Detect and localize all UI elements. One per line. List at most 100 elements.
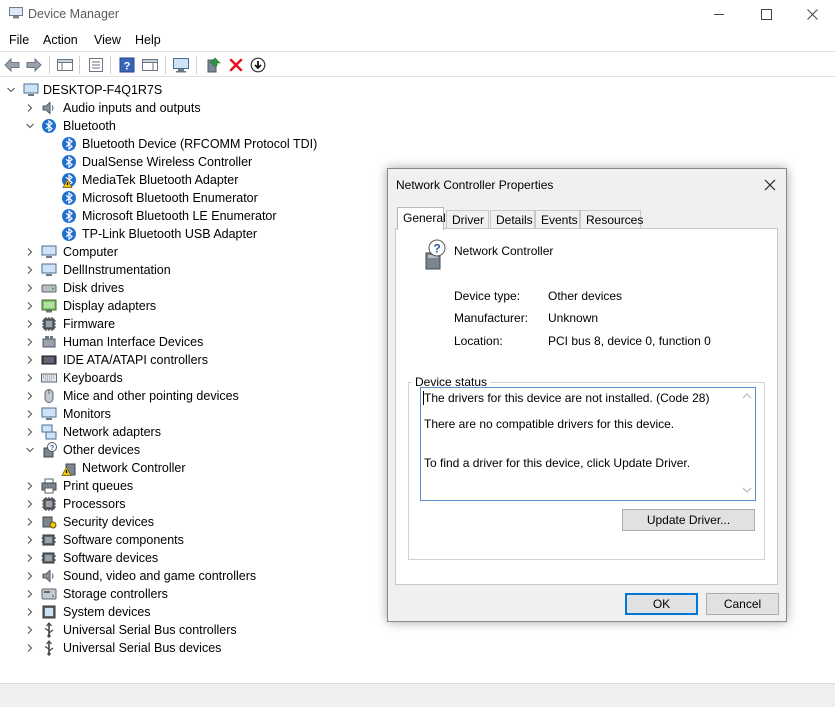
tree-device[interactable]: Microsoft Bluetooth LE Enumerator [0, 207, 340, 225]
computer-icon [41, 245, 57, 258]
tree-category[interactable]: Keyboards [0, 369, 340, 387]
tree-device[interactable]: Microsoft Bluetooth Enumerator [0, 189, 340, 207]
tree-category[interactable]: DellInstrumentation [0, 261, 340, 279]
tab-general[interactable]: General [397, 207, 446, 230]
close-button[interactable] [789, 0, 835, 28]
console-tree-icon [57, 59, 73, 71]
tree-category[interactable]: Network adapters [0, 423, 340, 441]
chevron-right-icon[interactable] [25, 535, 35, 545]
tree-category[interactable]: IDE ATA/ATAPI controllers [0, 351, 340, 369]
menu-action[interactable]: Action [43, 33, 78, 47]
tree-category[interactable]: Bluetooth [0, 117, 340, 135]
scroll-down-icon[interactable] [742, 487, 752, 493]
update-driver-button[interactable] [204, 56, 222, 74]
tree-category[interactable]: Print queues [0, 477, 340, 495]
tree-category[interactable]: Firmware [0, 315, 340, 333]
update-driver-dialog-button[interactable]: Update Driver... [622, 509, 755, 531]
chevron-right-icon[interactable] [25, 625, 35, 635]
tree-category[interactable]: ? Other devices [0, 441, 340, 459]
tree-item-label: Software components [63, 533, 184, 547]
chevron-right-icon[interactable] [25, 355, 35, 365]
bluetooth-warning-icon [62, 173, 76, 188]
tree-item-label: Security devices [63, 515, 155, 529]
cancel-button[interactable]: Cancel [706, 593, 779, 615]
dialog-close-icon[interactable] [762, 177, 778, 193]
tree-category[interactable]: Display adapters [0, 297, 340, 315]
tree-category[interactable]: Sound, video and game controllers [0, 567, 340, 585]
tree-category[interactable]: Storage controllers [0, 585, 340, 603]
chevron-right-icon[interactable] [25, 607, 35, 617]
chevron-right-icon[interactable] [25, 643, 35, 653]
tree-category[interactable]: Security devices [0, 513, 340, 531]
chevron-down-icon[interactable] [6, 85, 16, 95]
device-status-textbox[interactable]: The drivers for this device are not inst… [420, 387, 756, 501]
tab-driver[interactable]: Driver [446, 210, 489, 229]
show-hide-console-tree-button[interactable] [56, 56, 74, 74]
chevron-right-icon[interactable] [25, 499, 35, 509]
uninstall-device-button[interactable] [227, 56, 245, 74]
tab-resources[interactable]: Resources [580, 210, 643, 229]
tree-category[interactable]: Universal Serial Bus controllers [0, 621, 340, 639]
properties-icon [89, 58, 103, 72]
chevron-right-icon[interactable] [25, 589, 35, 599]
chevron-right-icon[interactable] [25, 319, 35, 329]
chevron-right-icon[interactable] [25, 337, 35, 347]
chevron-right-icon[interactable] [25, 265, 35, 275]
tree-device[interactable]: Network Controller [0, 459, 340, 477]
mouse-icon [44, 389, 54, 403]
menu-help[interactable]: Help [135, 33, 161, 47]
menu-view[interactable]: View [94, 33, 121, 47]
chevron-right-icon[interactable] [25, 301, 35, 311]
chevron-right-icon[interactable] [25, 391, 35, 401]
tree-item-label: Human Interface Devices [63, 335, 204, 349]
menu-file[interactable]: File [9, 33, 29, 47]
chevron-right-icon[interactable] [25, 409, 35, 419]
warning-device-icon [61, 463, 76, 476]
tree-item-label: Network Controller [82, 461, 186, 475]
properties-button[interactable] [87, 56, 105, 74]
tree-category[interactable]: Monitors [0, 405, 340, 423]
scan-hardware-changes-button[interactable] [172, 56, 190, 74]
scroll-up-icon[interactable] [742, 393, 752, 399]
status-line-3: To find a driver for this device, click … [424, 456, 691, 470]
tree-category[interactable]: Universal Serial Bus devices [0, 639, 340, 657]
chevron-right-icon[interactable] [25, 553, 35, 563]
chevron-down-icon[interactable] [25, 121, 35, 131]
back-button[interactable] [3, 56, 21, 74]
forward-button[interactable] [25, 56, 43, 74]
chevron-right-icon[interactable] [25, 517, 35, 527]
chevron-down-icon[interactable] [25, 445, 35, 455]
chevron-right-icon[interactable] [25, 427, 35, 437]
chevron-right-icon[interactable] [25, 571, 35, 581]
status-scrollbar[interactable] [739, 388, 755, 500]
tree-category[interactable]: Software devices [0, 549, 340, 567]
tree-category[interactable]: Human Interface Devices [0, 333, 340, 351]
chevron-right-icon[interactable] [25, 283, 35, 293]
chevron-right-icon[interactable] [25, 247, 35, 257]
tree-category[interactable]: Mice and other pointing devices [0, 387, 340, 405]
tree-device[interactable]: Bluetooth Device (RFCOMM Protocol TDI) [0, 135, 340, 153]
help-button[interactable]: ? [118, 56, 136, 74]
tree-category[interactable]: Computer [0, 243, 340, 261]
printer-icon [41, 478, 57, 494]
chevron-right-icon[interactable] [25, 373, 35, 383]
tree-category[interactable]: Disk drives [0, 279, 340, 297]
tree-device[interactable]: MediaTek Bluetooth Adapter [0, 171, 340, 189]
enable-device-button[interactable] [249, 56, 267, 74]
tree-device[interactable]: DualSense Wireless Controller [0, 153, 340, 171]
ok-button[interactable]: OK [625, 593, 698, 615]
tree-category[interactable]: System devices [0, 603, 340, 621]
tree-device[interactable]: TP-Link Bluetooth USB Adapter [0, 225, 340, 243]
tree-category[interactable]: Audio inputs and outputs [0, 99, 340, 117]
chevron-right-icon[interactable] [25, 481, 35, 491]
bluetooth-icon [42, 119, 56, 133]
minimize-button[interactable] [696, 0, 742, 28]
tab-events[interactable]: Events [535, 210, 580, 229]
show-action-pane-button[interactable] [141, 56, 159, 74]
chevron-right-icon[interactable] [25, 103, 35, 113]
tree-category[interactable]: Software components [0, 531, 340, 549]
maximize-button[interactable] [743, 0, 789, 28]
tree-category[interactable]: Processors [0, 495, 340, 513]
tree-root[interactable]: DESKTOP-F4Q1R7S [0, 81, 200, 99]
tab-details[interactable]: Details [490, 210, 535, 229]
